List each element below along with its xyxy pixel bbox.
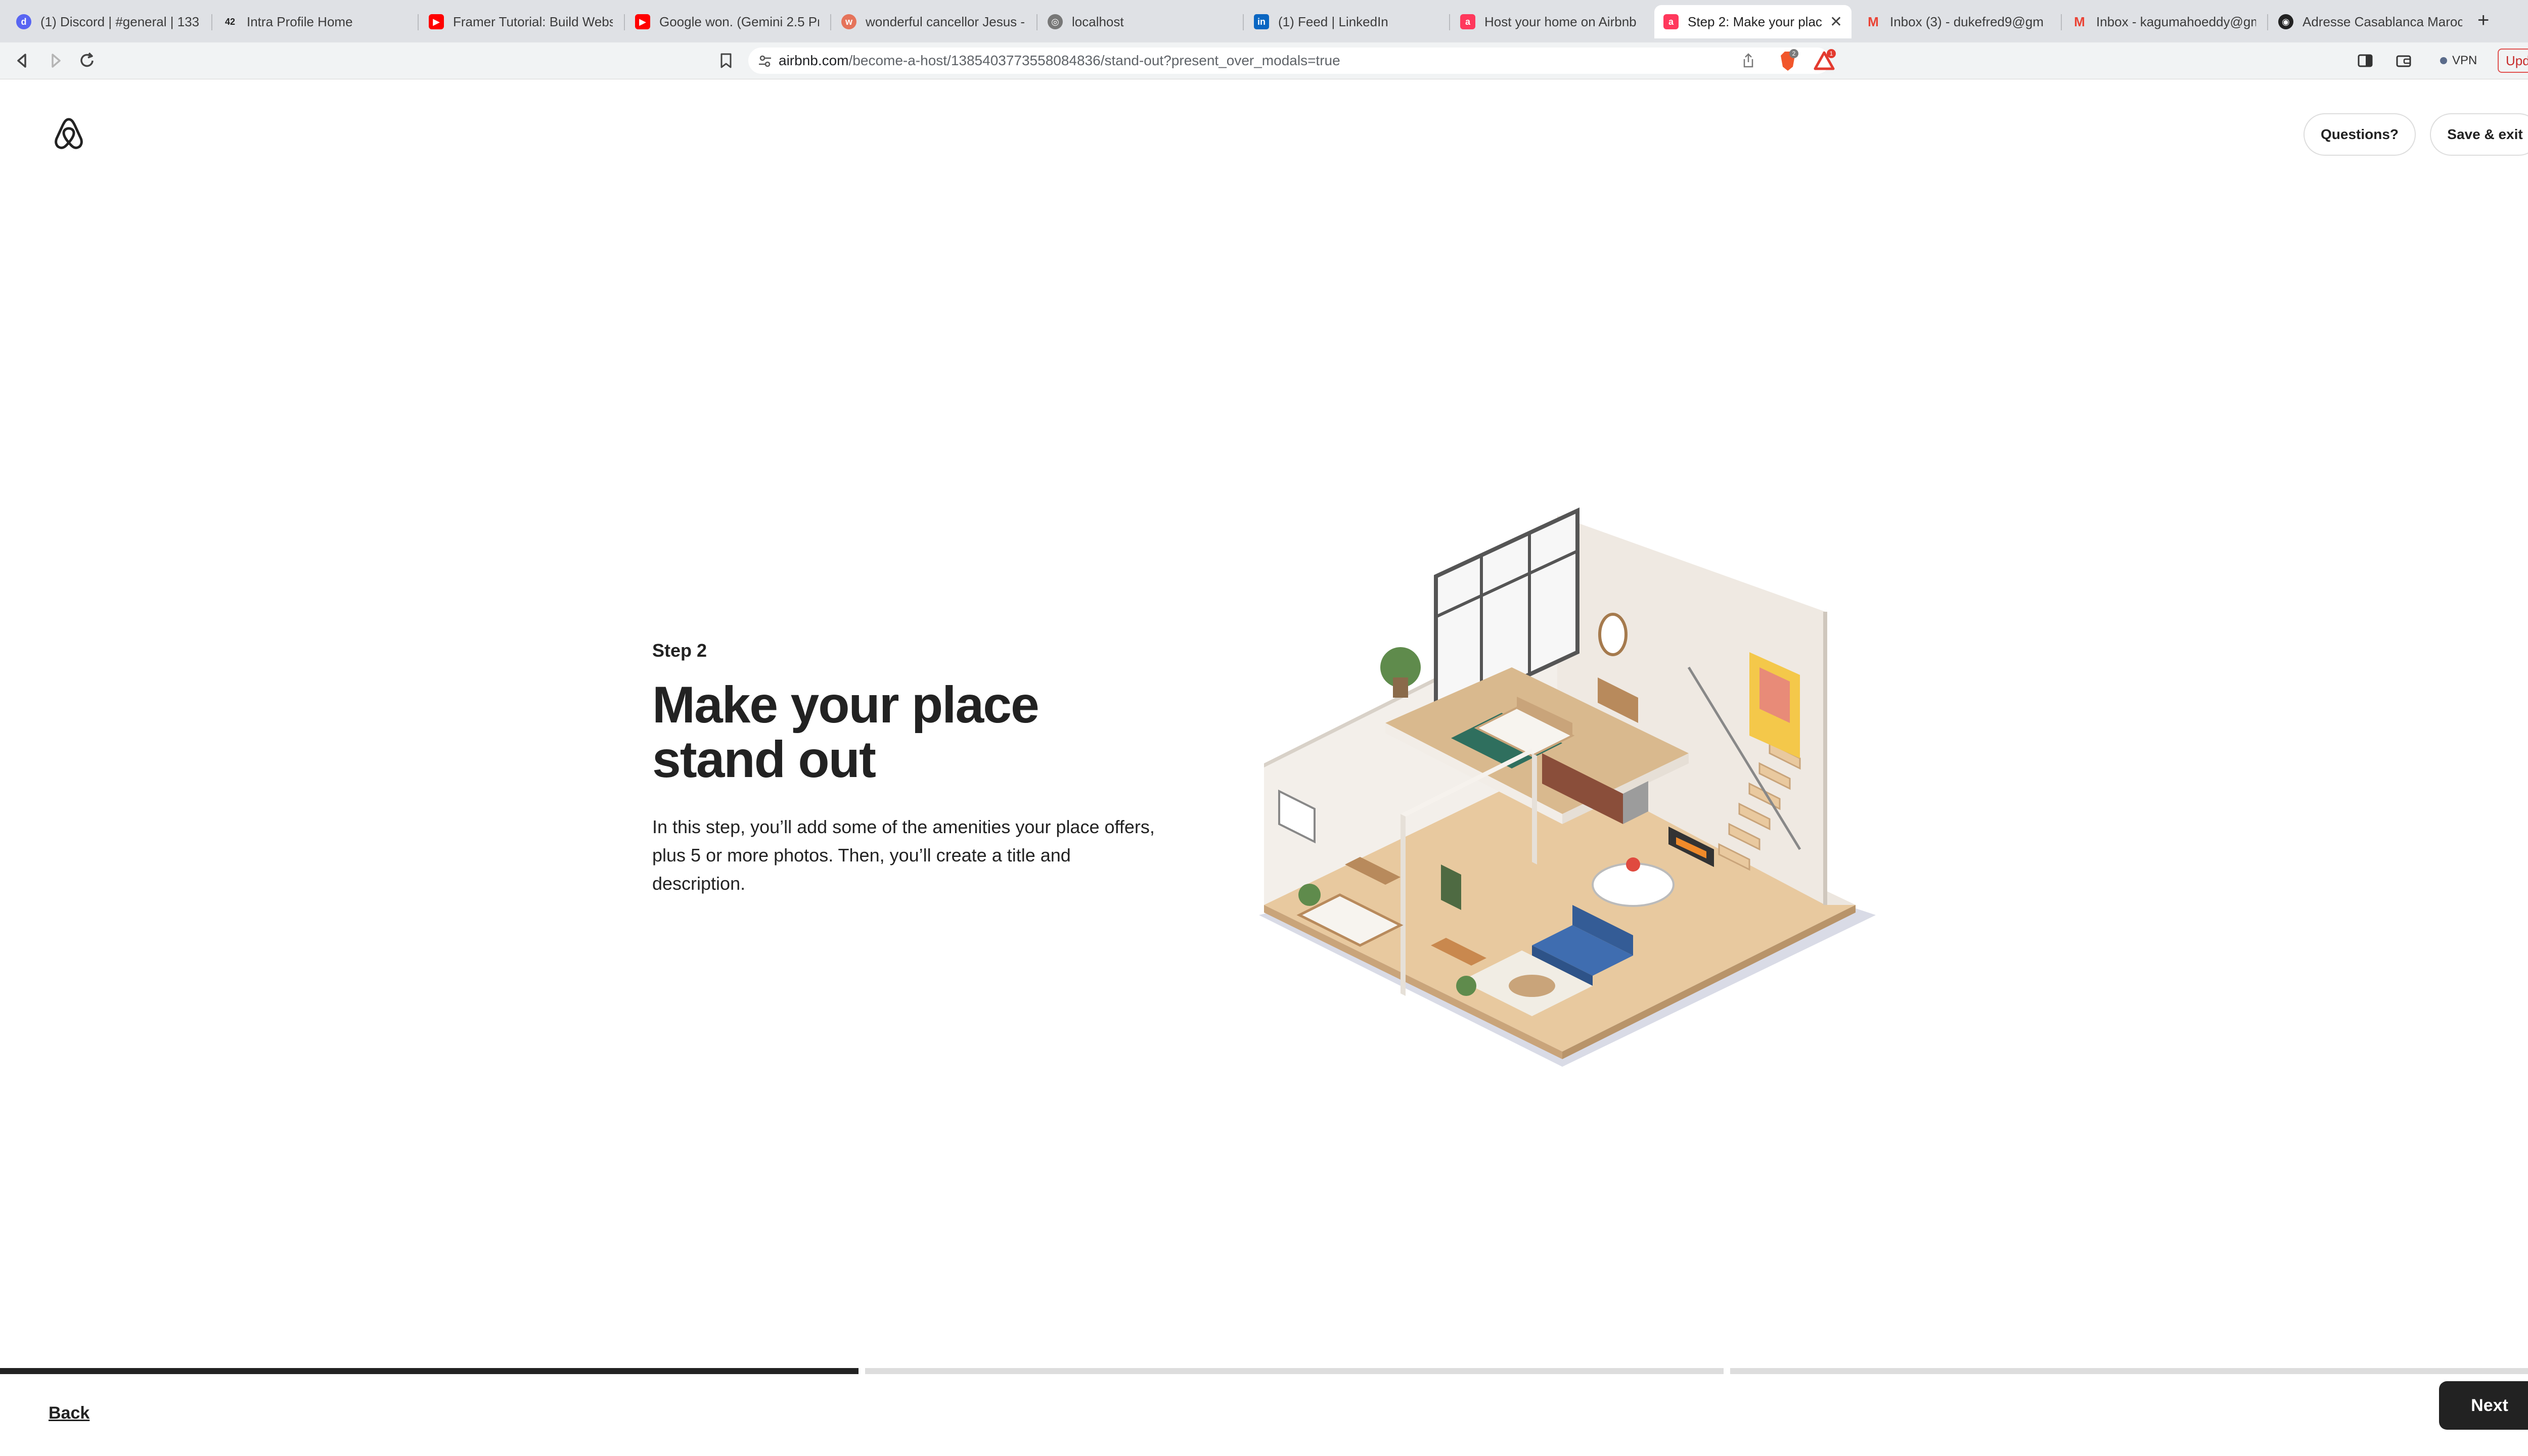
42-logo-icon: 42 — [224, 16, 236, 27]
discord-icon: d — [16, 14, 31, 29]
tab-title: Host your home on Airbnb — [1484, 14, 1637, 29]
youtube-icon: ▶ — [429, 14, 444, 29]
tab-gemini-youtube[interactable]: ▶ Google won. (Gemini 2.5 Pr — [626, 5, 828, 38]
url-path: /become-a-host/1385403773558084836/stand… — [848, 53, 1340, 68]
address-bar[interactable]: airbnb.com/become-a-host/138540377355808… — [748, 48, 1830, 74]
tab-title: Inbox (3) - dukefred9@gm — [1890, 14, 2044, 29]
site-settings-icon[interactable] — [757, 54, 773, 69]
tab-title: Step 2: Make your plac — [1688, 14, 1822, 29]
new-tab-button[interactable]: + — [2477, 9, 2489, 32]
update-button[interactable]: Update — [2498, 49, 2528, 73]
globe-icon: ◎ — [1048, 14, 1063, 29]
step-description: In this step, you’ll add some of the ame… — [652, 816, 1155, 894]
bookmark-icon[interactable] — [717, 52, 735, 70]
svg-text:2: 2 — [1792, 50, 1796, 57]
back-arrow-icon[interactable] — [12, 51, 32, 71]
progress-segment-1 — [0, 1368, 859, 1374]
svg-text:1: 1 — [1830, 50, 1833, 57]
tab-title: Adresse Casablanca Maroc — [2303, 14, 2462, 29]
vpn-label: VPN — [2452, 54, 2477, 67]
tab-title: localhost — [1072, 14, 1124, 29]
airbnb-icon: a — [1460, 14, 1475, 29]
tab-framer-youtube[interactable]: ▶ Framer Tutorial: Build Webs — [420, 5, 622, 38]
site-icon: w — [841, 14, 856, 29]
tab-title: Inbox - kagumahoeddy@gm — [2096, 14, 2256, 29]
airbnb-icon: a — [1663, 14, 1679, 29]
tab-intra[interactable]: 42 Intra Profile Home — [213, 5, 416, 38]
site-icon: ◉ — [2278, 14, 2293, 29]
tab-casablanca[interactable]: ◉ Adresse Casablanca Maroc — [2269, 5, 2471, 38]
tab-gmail-dukefred[interactable]: M Inbox (3) - dukefred9@gm — [1857, 5, 2059, 38]
sidebar-toggle-icon[interactable] — [2356, 52, 2374, 70]
linkedin-icon: in — [1254, 14, 1269, 29]
tab-title: Google won. (Gemini 2.5 Pr — [659, 14, 819, 29]
tab-cancellor[interactable]: w wonderful cancellor Jesus - — [832, 5, 1034, 38]
next-button[interactable]: Next — [2439, 1381, 2528, 1430]
wallet-icon[interactable] — [2395, 52, 2413, 70]
page-title: Make your place stand out — [652, 676, 1040, 788]
tab-step2-airbnb-active[interactable]: a Step 2: Make your plac ✕ — [1654, 5, 1852, 38]
gmail-icon: M — [1868, 14, 1879, 29]
tab-title: wonderful cancellor Jesus - — [866, 14, 1025, 29]
questions-button[interactable]: Questions? — [2304, 113, 2416, 156]
forward-arrow-icon[interactable] — [46, 51, 66, 71]
vpn-status-icon — [2440, 57, 2447, 64]
back-button[interactable]: Back — [49, 1403, 89, 1423]
tab-title: (1) Discord | #general | 133 — [40, 14, 200, 29]
tab-linkedin[interactable]: in (1) Feed | LinkedIn — [1245, 5, 1447, 38]
brave-rewards-icon[interactable]: 1 — [1811, 48, 1837, 74]
step-label: Step 2 — [652, 640, 707, 661]
tab-title: Intra Profile Home — [247, 14, 353, 29]
tab-gmail-kagumahoeddy[interactable]: M Inbox - kagumahoeddy@gm — [2063, 5, 2265, 38]
reload-icon[interactable] — [77, 51, 97, 71]
tab-discord[interactable]: d (1) Discord | #general | 133 — [7, 5, 209, 38]
isometric-house-illustration — [1259, 507, 1876, 1067]
airbnb-logo-icon[interactable] — [51, 115, 87, 152]
browser-toolbar: airbnb.com/become-a-host/138540377355808… — [0, 42, 2528, 79]
save-exit-button[interactable]: Save & exit — [2430, 113, 2528, 156]
url-host: airbnb.com — [779, 53, 849, 68]
share-icon[interactable] — [1739, 52, 1757, 70]
tab-title: (1) Feed | LinkedIn — [1278, 14, 1388, 29]
close-tab-icon[interactable]: ✕ — [1823, 13, 1842, 31]
tab-title: Framer Tutorial: Build Webs — [453, 14, 613, 29]
tab-localhost[interactable]: ◎ localhost — [1039, 5, 1241, 38]
brave-shields-icon[interactable]: 2 — [1775, 48, 1801, 74]
progress-segment-3 — [1730, 1368, 2528, 1374]
progress-bar — [0, 1368, 2528, 1375]
browser-tab-strip: d (1) Discord | #general | 133 42 Intra … — [0, 0, 2528, 43]
tab-host-airbnb[interactable]: a Host your home on Airbnb — [1451, 5, 1653, 38]
vpn-button[interactable]: VPN — [2431, 50, 2486, 72]
progress-segment-2 — [865, 1368, 1724, 1374]
update-label: Update — [2506, 53, 2528, 68]
gmail-icon: M — [2074, 14, 2085, 29]
youtube-icon: ▶ — [635, 14, 650, 29]
